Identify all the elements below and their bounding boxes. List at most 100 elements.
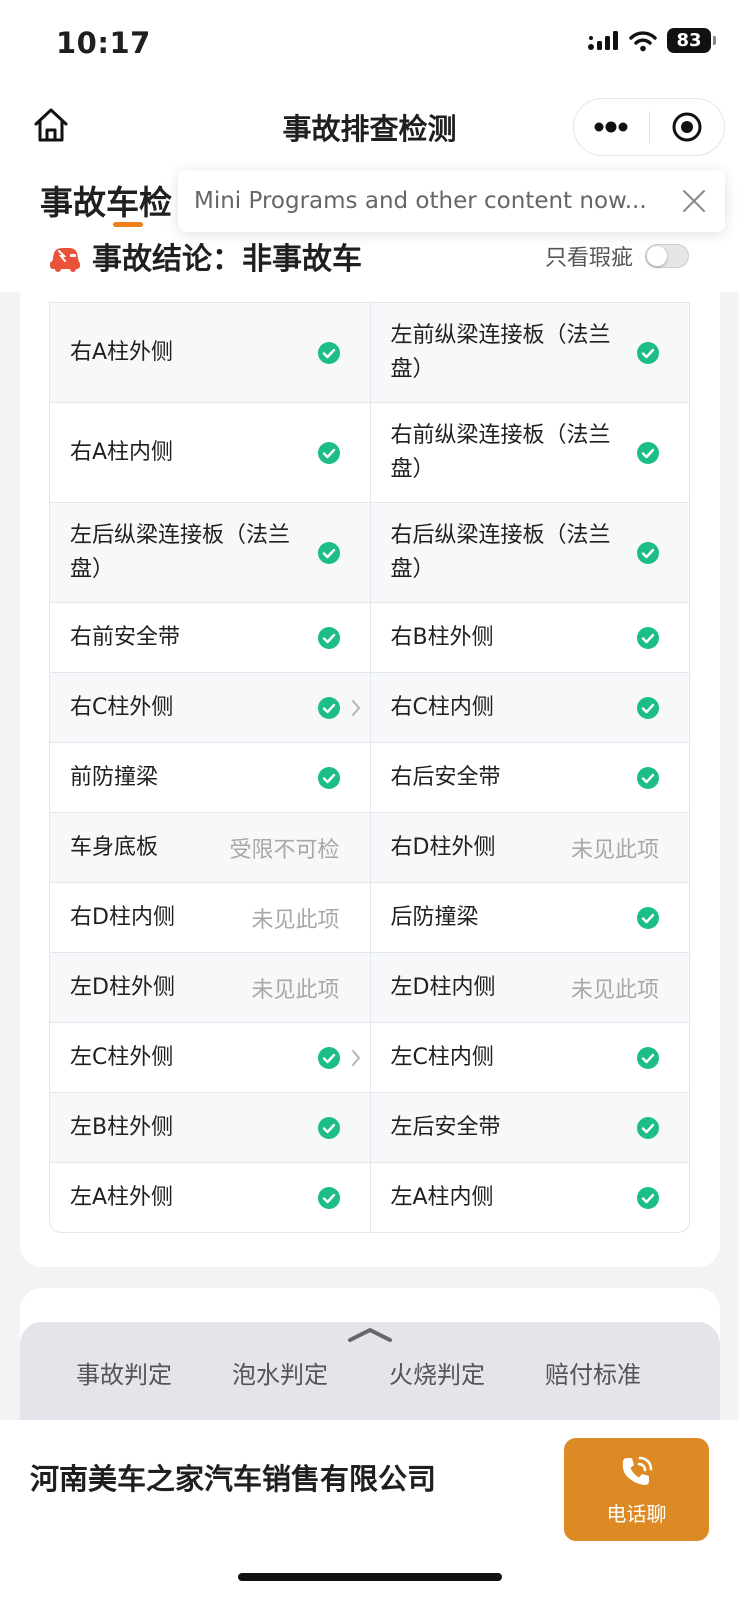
inspection-item: 左前纵梁连接板（法兰盘） <box>369 303 690 402</box>
inspection-item: 右前纵梁连接板（法兰盘） <box>369 403 690 502</box>
close-icon[interactable] <box>679 186 709 216</box>
check-circle-icon <box>317 441 340 464</box>
notice-toast[interactable]: Mini Programs and other content now... <box>178 170 725 232</box>
table-row: 右A柱外侧 左前纵梁连接板（法兰盘） <box>50 302 689 402</box>
inspection-item: 右前安全带 <box>50 603 370 672</box>
chevron-right-icon[interactable] <box>350 1048 362 1068</box>
signal-icon <box>588 30 618 50</box>
item-status: 受限不可检 <box>229 832 339 864</box>
item-status <box>317 696 360 719</box>
item-status-text: 未见此项 <box>570 977 659 1003</box>
item-label: 左前纵梁连接板（法兰盘） <box>390 322 611 382</box>
item-status <box>637 341 659 364</box>
check-circle-icon <box>637 541 659 564</box>
item-status <box>317 341 340 364</box>
item-label: 右前纵梁连接板（法兰盘） <box>390 422 611 482</box>
inspection-item[interactable]: 左C柱外侧 <box>50 1023 370 1092</box>
inspection-table: 右A柱外侧 左前纵梁连接板（法兰盘） 右A柱内侧 右前纵梁连接板（法兰盘） 左后纵梁连接… <box>49 302 690 1233</box>
check-circle-icon <box>637 766 659 789</box>
item-status <box>317 766 340 789</box>
item-status <box>317 1186 340 1209</box>
item-label: 左C柱外侧 <box>70 1044 174 1070</box>
inspection-item: 右A柱外侧 <box>50 303 370 402</box>
table-row: 右A柱内侧 右前纵梁连接板（法兰盘） <box>50 402 689 502</box>
inspection-item: 左后安全带 <box>369 1093 690 1162</box>
tab-fire-judgment[interactable]: 火烧判定 <box>389 1355 485 1390</box>
wifi-icon <box>629 30 657 51</box>
table-row: 左后纵梁连接板（法兰盘） 右后纵梁连接板（法兰盘） <box>50 502 689 602</box>
flaw-only-toggle[interactable] <box>645 244 689 268</box>
tab-flood-judgment[interactable]: 泡水判定 <box>232 1355 328 1390</box>
page-heading: 事故车检 <box>40 183 172 222</box>
check-circle-icon <box>637 906 659 929</box>
item-label: 左A柱内侧 <box>390 1184 494 1210</box>
inspection-item: 左B柱外侧 <box>50 1093 370 1162</box>
tab-compensation-standard[interactable]: 赔付标准 <box>545 1355 641 1390</box>
check-circle-icon <box>317 696 340 719</box>
check-circle-icon <box>637 626 659 649</box>
toggle-knob <box>647 246 667 266</box>
check-circle-icon <box>317 1046 340 1069</box>
more-button[interactable] <box>574 98 649 156</box>
chevron-right-icon[interactable] <box>350 698 362 718</box>
item-label: 左后安全带 <box>390 1114 501 1140</box>
item-status: 未见此项 <box>571 972 659 1004</box>
item-label: 左C柱内侧 <box>390 1044 494 1070</box>
inspection-card: 右A柱外侧 左前纵梁连接板（法兰盘） 右A柱内侧 右前纵梁连接板（法兰盘） 左后纵梁连接… <box>20 292 720 1267</box>
heading-underline <box>113 222 143 227</box>
inspection-item: 左A柱外侧 <box>50 1163 370 1232</box>
status-time: 10:17 <box>56 26 151 60</box>
call-label: 电话聊 <box>606 1502 667 1526</box>
chevron-up-icon[interactable] <box>346 1324 394 1344</box>
item-status <box>637 1186 659 1209</box>
inspection-item[interactable]: 右C柱外侧 <box>50 673 370 742</box>
item-status <box>317 1116 340 1139</box>
inspection-item: 右后安全带 <box>369 743 690 812</box>
item-label: 前防撞梁 <box>70 764 159 790</box>
check-circle-icon <box>317 626 340 649</box>
inspection-item: 右C柱内侧 <box>369 673 690 742</box>
table-row: 左D柱外侧 未见此项 左D柱内侧 未见此项 <box>50 952 689 1022</box>
table-row: 左A柱外侧 左A柱内侧 <box>50 1162 689 1232</box>
check-circle-icon <box>637 1116 659 1139</box>
inspection-item: 后防撞梁 <box>369 883 690 952</box>
check-circle-icon <box>637 696 659 719</box>
item-status <box>317 441 340 464</box>
check-circle-icon <box>317 766 340 789</box>
nav-bar: 事故排查检测 <box>0 88 739 168</box>
check-circle-icon <box>637 341 659 364</box>
flaw-only-label: 只看瑕疵 <box>544 246 633 271</box>
table-row: 车身底板 受限不可检 右D柱外侧 未见此项 <box>50 812 689 882</box>
battery-indicator: 83 <box>667 28 716 53</box>
home-indicator <box>238 1573 502 1581</box>
table-row: 前防撞梁 右后安全带 <box>50 742 689 812</box>
status-bar: 10:17 83 <box>0 0 739 88</box>
check-circle-icon <box>317 341 340 364</box>
inspection-item: 左D柱内侧 未见此项 <box>369 953 690 1022</box>
item-status <box>637 906 659 929</box>
flaw-only-filter: 只看瑕疵 <box>545 240 689 272</box>
toast-text: Mini Programs and other content now... <box>194 188 647 214</box>
item-label: 左A柱外侧 <box>70 1184 174 1210</box>
item-status <box>637 1046 659 1069</box>
phone-icon <box>622 1456 652 1485</box>
close-mini-program-button[interactable] <box>650 98 725 156</box>
bottom-tab-bar: 事故判定 泡水判定 火烧判定 赔付标准 <box>20 1322 720 1422</box>
item-status <box>637 766 659 789</box>
check-circle-icon <box>637 441 659 464</box>
inspection-item: 左后纵梁连接板（法兰盘） <box>50 503 370 602</box>
call-button[interactable]: 电话聊 <box>564 1438 709 1541</box>
item-status-text: 受限不可检 <box>229 837 340 863</box>
item-status <box>637 696 659 719</box>
item-status <box>317 1046 360 1069</box>
check-circle-icon <box>317 541 340 564</box>
tab-accident-judgment[interactable]: 事故判定 <box>76 1355 172 1390</box>
verdict-row: 事故结论：非事故车 <box>48 234 362 278</box>
item-status: 未见此项 <box>571 832 659 864</box>
verdict-text: 事故结论：非事故车 <box>92 242 362 277</box>
check-circle-icon <box>317 1186 340 1209</box>
more-dots-icon <box>594 121 628 133</box>
table-row: 右C柱外侧 右C柱内侧 <box>50 672 689 742</box>
item-status <box>637 1116 659 1139</box>
check-circle-icon <box>637 1186 659 1209</box>
